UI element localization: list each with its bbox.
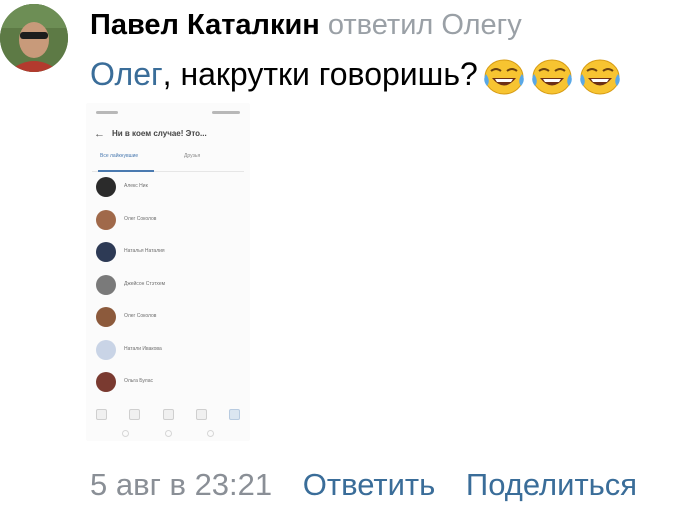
person-row: Олег Соколов: [94, 303, 242, 336]
people-list: Алекс Ник Олег Соколов Наталья Наталия Джей…: [94, 173, 242, 401]
person-avatar: [96, 177, 116, 197]
tab-all: Все лайкнувшие: [100, 153, 139, 159]
person-name: Джейсон Стэтхем: [124, 280, 166, 287]
tears-of-joy-emoji-icon: [482, 57, 526, 97]
person-avatar: [96, 307, 116, 327]
person-name: Олег Соколов: [124, 215, 157, 222]
home-icon: [96, 409, 107, 420]
phone-status-bar: [96, 111, 240, 117]
attachment-tabs: Все лайкнувшие Друзья: [92, 151, 244, 172]
comment-footer: 5 авг в 23:21 Ответить Поделиться: [90, 463, 637, 507]
person-name: Наталья Наталия: [124, 248, 165, 254]
back-arrow-icon: ←: [94, 128, 105, 140]
mention-link[interactable]: Олег: [90, 52, 163, 96]
phone-tabbar: [96, 409, 240, 421]
menu-icon: [229, 409, 240, 420]
tears-of-joy-emoji-icon: [530, 57, 574, 97]
nav-menu-icon: [122, 430, 129, 437]
person-name: Алекс Ник: [124, 183, 148, 189]
person-avatar: [96, 339, 116, 360]
phone-navbar: [122, 430, 214, 438]
person-row: Алекс Ник: [94, 173, 242, 206]
person-row: Наталья Наталия: [94, 238, 242, 271]
emoji-group: [478, 52, 622, 97]
messages-icon: [162, 409, 174, 420]
person-avatar: [96, 274, 116, 295]
notifications-icon: [195, 409, 207, 420]
author-avatar[interactable]: [0, 4, 68, 72]
tab-underline: [98, 170, 154, 172]
share-button[interactable]: Поделиться: [466, 467, 637, 502]
person-name: Натали Ивакова: [124, 345, 162, 352]
nav-home-icon: [164, 430, 172, 437]
comment-date[interactable]: 5 авг в 23:21: [90, 467, 272, 502]
search-icon: [129, 409, 141, 420]
person-name: Ольга Булас: [124, 378, 153, 384]
person-avatar: [96, 209, 116, 230]
person-name: Олег Соколов: [124, 313, 157, 319]
attachment-title: Ни в коем случае! Это...: [112, 129, 207, 138]
attachment-screenshot[interactable]: ← Ни в коем случае! Это... Все лайкнувши…: [86, 103, 250, 441]
reply-button[interactable]: Ответить: [303, 467, 436, 502]
author-name[interactable]: Павел Каталкин: [90, 9, 320, 41]
attachment-topbar: ← Ни в коем случае! Это...: [94, 127, 242, 141]
person-avatar: [96, 242, 116, 262]
replied-to-label[interactable]: ответил Олегу: [328, 9, 522, 41]
tab-friends: Друзья: [184, 153, 201, 159]
person-avatar: [96, 372, 116, 392]
person-row: Натали Ивакова: [94, 336, 242, 369]
person-row: Олег Соколов: [94, 206, 242, 239]
person-row: Джейсон Стэтхем: [94, 271, 242, 304]
comment-header: Павел Каталкин ответил Олегу: [90, 6, 522, 44]
comment-message: , накрутки говоришь?: [162, 56, 478, 93]
person-row: Ольга Булас: [94, 368, 242, 401]
comment-text: Олег , накрутки говоришь?: [90, 52, 622, 97]
tears-of-joy-emoji-icon: [578, 57, 622, 97]
nav-back-icon: [207, 430, 214, 437]
